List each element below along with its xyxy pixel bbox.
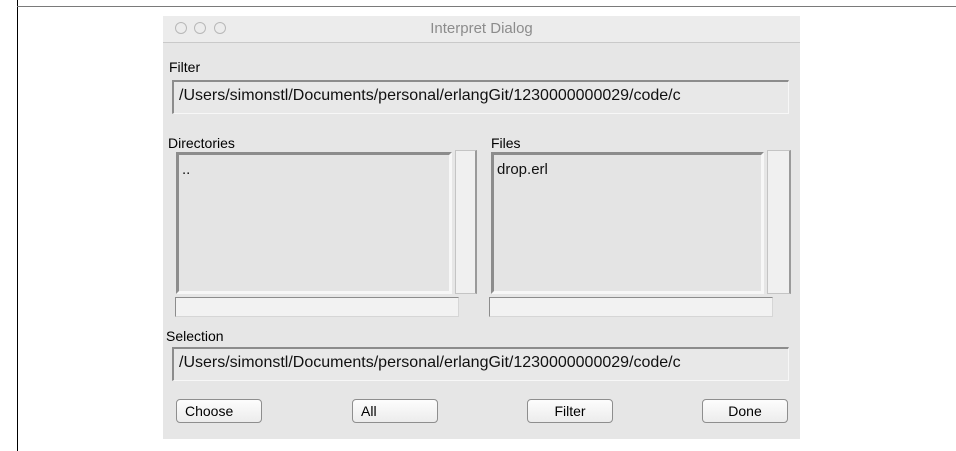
directories-vertical-scrollbar[interactable] [455, 150, 477, 294]
files-vertical-scrollbar[interactable] [767, 150, 791, 294]
all-button[interactable]: All [352, 399, 438, 423]
list-item[interactable]: drop.erl [497, 161, 761, 178]
title-bar[interactable]: Interpret Dialog [163, 16, 800, 43]
files-list[interactable]: drop.erl [491, 152, 764, 294]
page-rule-top [17, 6, 956, 7]
directories-list[interactable]: .. [176, 152, 452, 294]
selection-input[interactable]: /Users/simonstl/Documents/personal/erlan… [172, 347, 789, 381]
window-title: Interpret Dialog [430, 20, 533, 37]
files-horizontal-scrollbar[interactable] [489, 297, 773, 317]
filter-input[interactable]: /Users/simonstl/Documents/personal/erlan… [172, 80, 789, 114]
choose-button[interactable]: Choose [176, 399, 262, 423]
interpret-dialog-window: Interpret Dialog Filter /Users/simonstl/… [163, 16, 800, 439]
directories-label: Directories [168, 135, 235, 151]
done-button[interactable]: Done [702, 399, 788, 423]
selection-label: Selection [166, 328, 224, 344]
filter-button[interactable]: Filter [527, 399, 613, 423]
filter-label: Filter [169, 59, 201, 75]
directories-horizontal-scrollbar[interactable] [175, 297, 459, 317]
page-rule-left [17, 0, 18, 451]
files-label: Files [491, 135, 521, 151]
list-item[interactable]: .. [182, 161, 449, 178]
